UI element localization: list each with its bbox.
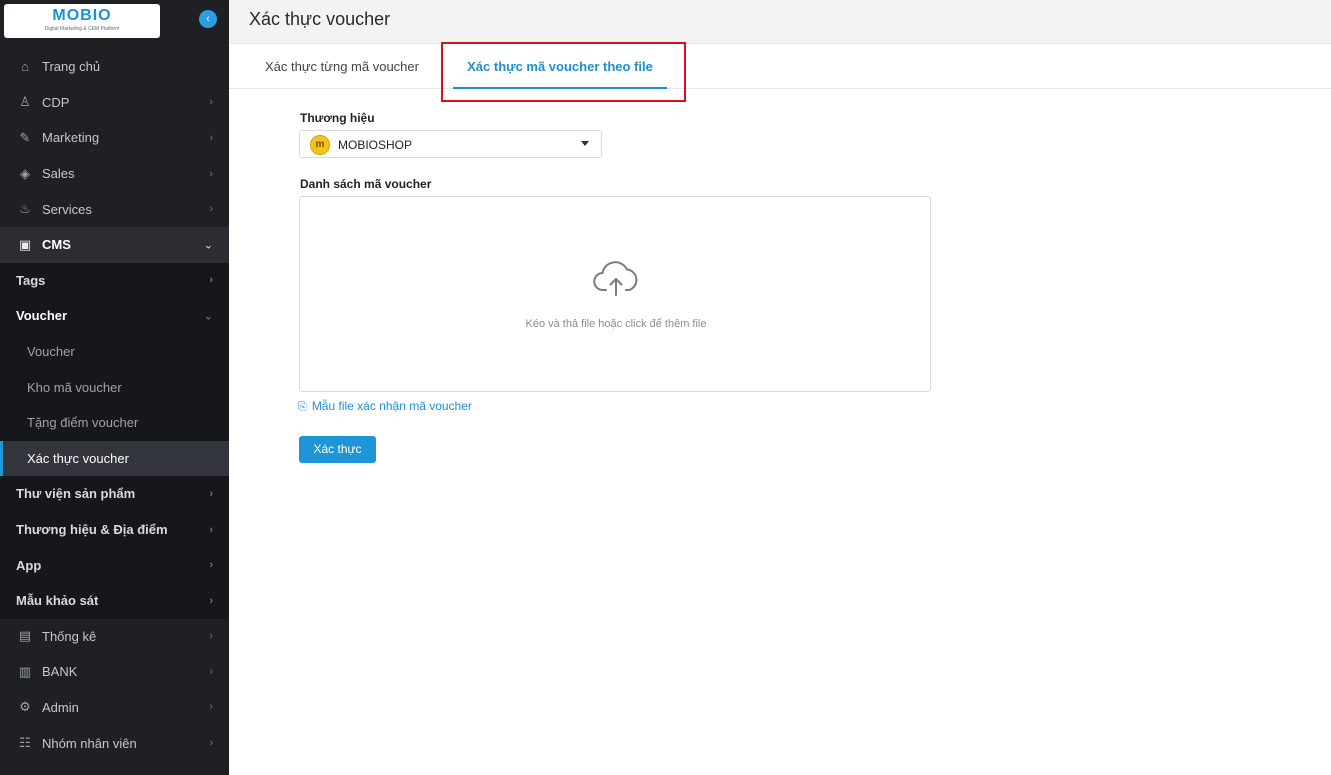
sidebar-item-home[interactable]: ⌂ Trang chủ — [0, 49, 229, 85]
sidebar-item-voucher[interactable]: Voucher — [0, 333, 229, 370]
chevron-right-icon: › — [209, 167, 213, 180]
verify-button[interactable]: Xác thực — [299, 436, 376, 463]
sidebar-item-label: Voucher — [27, 344, 75, 360]
chevron-right-icon: › — [209, 665, 213, 678]
logo-area: MOBIO Digital Marketing & CEM Platform ‹ — [0, 0, 229, 48]
sidebar-item-label: App — [16, 557, 42, 573]
sidebar-item-label: Trang chủ — [42, 59, 101, 75]
sidebar-item-label: CMS — [42, 237, 71, 253]
sidebar-item-verify-voucher[interactable]: Xác thực voucher — [0, 440, 229, 477]
sidebar-item-label: Nhóm nhân viên — [42, 735, 137, 751]
megaphone-icon: ✎ — [19, 129, 31, 145]
cloud-upload-icon — [593, 261, 638, 296]
logo-subtext: Digital Marketing & CEM Platform — [44, 26, 120, 32]
sidebar-item-voucher-group[interactable]: Voucher ⌄ — [0, 298, 229, 334]
chevron-right-icon: › — [209, 630, 213, 643]
sidebar-item-marketing[interactable]: ✎ Marketing › — [0, 120, 229, 156]
chevron-right-icon: › — [209, 96, 213, 109]
caret-down-icon — [581, 141, 589, 146]
page-title: Xác thực voucher — [249, 9, 391, 29]
paperclip-icon: ⎘ — [298, 401, 307, 413]
chevron-right-icon: › — [209, 523, 213, 536]
tab-bar: Xác thực từng mã voucher Xác thực mã vou… — [229, 45, 1331, 89]
sidebar-item-sales[interactable]: ◈ Sales › — [0, 155, 229, 192]
chevron-right-icon: › — [209, 131, 213, 144]
gear-icon: ⚙ — [19, 699, 31, 715]
brand-logo: m — [310, 135, 330, 155]
sidebar-item-label: Tags — [16, 272, 46, 288]
sidebar-item-label: Tặng điểm voucher — [27, 415, 139, 431]
sidebar-item-product-library[interactable]: Thư viện sản phẩm › — [0, 476, 229, 512]
sidebar-item-label: Marketing — [42, 130, 100, 146]
chevron-right-icon: › — [209, 274, 213, 287]
sidebar-item-cms[interactable]: ▣ CMS ⌄ — [0, 226, 229, 263]
sidebar-item-admin[interactable]: ⚙ Admin › — [0, 689, 229, 726]
sidebar-item-label: CDP — [42, 94, 70, 110]
sidebar-item-label: Sales — [42, 166, 75, 182]
logo[interactable]: MOBIO Digital Marketing & CEM Platform — [4, 4, 160, 38]
sidebar-item-label: Thương hiệu & Địa điểm — [16, 522, 168, 538]
sidebar-item-brand-location[interactable]: Thương hiệu & Địa điểm › — [0, 511, 229, 548]
sidebar-item-voucher-store[interactable]: Kho mã voucher — [0, 369, 229, 405]
collapse-sidebar-icon[interactable]: ‹ — [199, 10, 217, 28]
sidebar: MOBIO Digital Marketing & CEM Platform ‹… — [0, 0, 229, 775]
tab-verify-single[interactable]: Xác thực từng mã voucher — [265, 45, 419, 89]
chevron-down-icon: ⌄ — [203, 239, 213, 252]
chevron-right-icon: › — [209, 594, 213, 607]
chart-icon: ▤ — [18, 628, 32, 644]
voucher-list-label: Danh sách mã voucher — [300, 177, 432, 191]
team-icon: ☷ — [19, 735, 31, 751]
chevron-right-icon: › — [209, 559, 213, 572]
sidebar-item-staff-groups[interactable]: ☷ Nhóm nhân viên › — [0, 725, 229, 761]
template-link-label: Mẫu file xác nhận mã voucher — [311, 399, 472, 413]
chevron-down-icon: ⌄ — [203, 310, 213, 323]
sidebar-nav: ⌂ Trang chủ ♙ CDP › ✎ Marketing › ◈ Sale… — [0, 49, 229, 761]
brand-label: Thương hiệu — [300, 111, 375, 125]
sidebar-item-label: Admin — [42, 699, 79, 715]
sidebar-item-label: BANK — [42, 664, 78, 680]
sidebar-item-label: Thống kê — [42, 628, 97, 644]
sidebar-item-statistics[interactable]: ▤ Thống kê › — [0, 618, 229, 655]
chevron-right-icon: › — [209, 487, 213, 500]
tab-label: Xác thực mã voucher theo file — [467, 59, 653, 74]
brand-select-value: MOBIOSHOP — [338, 138, 413, 152]
sidebar-item-services[interactable]: ♨ Services › — [0, 191, 229, 227]
tab-verify-by-file[interactable]: Xác thực mã voucher theo file — [453, 45, 667, 89]
template-file-link[interactable]: ⎘ Mẫu file xác nhận mã voucher — [298, 399, 472, 414]
chevron-right-icon: › — [209, 203, 213, 216]
sidebar-item-label: Thư viện sản phẩm — [16, 486, 136, 502]
sidebar-item-bank[interactable]: ▥ BANK › — [0, 654, 229, 690]
chevron-right-icon: › — [209, 737, 213, 750]
user-icon: ♙ — [19, 94, 31, 110]
sidebar-item-label: Voucher — [16, 308, 68, 324]
sidebar-item-label: Services — [42, 201, 92, 217]
service-bell-icon: ♨ — [19, 201, 31, 217]
handshake-icon: ◈ — [20, 165, 30, 181]
sidebar-item-survey[interactable]: Mẫu khảo sát › — [0, 582, 229, 619]
active-tab-indicator — [453, 87, 667, 89]
dropzone-hint: Kéo và thả file hoặc click để thêm file — [525, 318, 707, 330]
file-dropzone[interactable]: Kéo và thả file hoặc click để thêm file — [299, 196, 931, 392]
sidebar-item-label: Xác thực voucher — [27, 450, 129, 466]
sidebar-item-voucher-points[interactable]: Tặng điểm voucher — [0, 404, 229, 441]
bank-icon: ▥ — [18, 663, 32, 679]
monitor-icon: ▣ — [18, 236, 32, 252]
logo-text: MOBIO — [52, 7, 112, 24]
app-root: MOBIO Digital Marketing & CEM Platform ‹… — [0, 0, 1331, 775]
sidebar-item-app[interactable]: App › — [0, 547, 229, 583]
sidebar-item-cdp[interactable]: ♙ CDP › — [0, 84, 229, 121]
sidebar-item-label: Mẫu khảo sát — [16, 593, 99, 609]
sidebar-item-tags[interactable]: Tags › — [0, 262, 229, 299]
sidebar-item-label: Kho mã voucher — [27, 379, 122, 395]
home-icon: ⌂ — [21, 59, 29, 75]
page-header: Xác thực voucher — [229, 0, 1331, 44]
chevron-right-icon: › — [209, 701, 213, 714]
brand-select[interactable]: m MOBIOSHOP — [299, 130, 602, 158]
